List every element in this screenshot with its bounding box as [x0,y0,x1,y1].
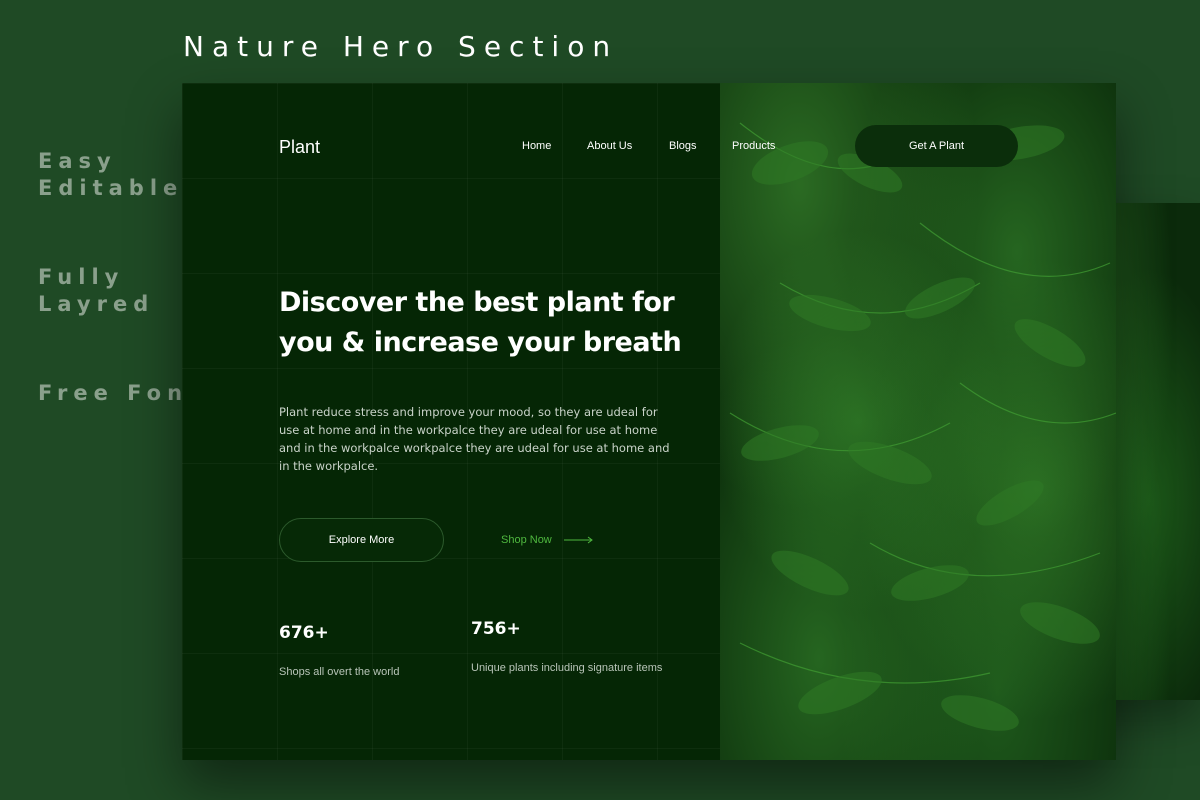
shop-now-label: Shop Now [501,534,552,546]
feature-line: Easy [38,149,117,173]
stat-shops-label: Shops all overt the world [279,666,400,678]
explore-more-button[interactable]: Explore More [279,518,444,562]
showcase-title: Nature Hero Section [183,30,619,63]
feature-line: Editable [38,176,184,200]
feature-line: Free Fon [38,381,189,405]
nav-products[interactable]: Products [732,140,775,152]
fern-photo [720,83,1116,760]
stat-plants-label: Unique plants including signature items [471,662,663,674]
brand-logo[interactable]: Plant [279,137,320,158]
get-a-plant-button[interactable]: Get A Plant [855,125,1018,167]
arrow-right-icon [563,536,593,544]
fern-leaves-illustration [729,122,1116,731]
stat-shops-value: 676+ [279,623,329,643]
stat-plants-value: 756+ [471,619,521,639]
hero-headline: Discover the best plant for you & increa… [279,287,682,358]
nav-about-us[interactable]: About Us [587,140,632,152]
nav-home[interactable]: Home [522,140,551,152]
feature-fully-layered: Fully Layred [38,264,154,318]
hero-card: Plant Home About Us Blogs Products Get A… [182,83,1116,760]
nav-blogs[interactable]: Blogs [669,140,697,152]
feature-line: Fully [38,265,125,289]
feature-free-font: Free Fon [38,380,188,407]
feature-easy-editable: Easy Editable [38,148,183,202]
hero-description: Plant reduce stress and improve your moo… [279,405,670,473]
shop-now-link[interactable]: Shop Now [501,534,594,546]
feature-line: Layred [38,292,155,316]
